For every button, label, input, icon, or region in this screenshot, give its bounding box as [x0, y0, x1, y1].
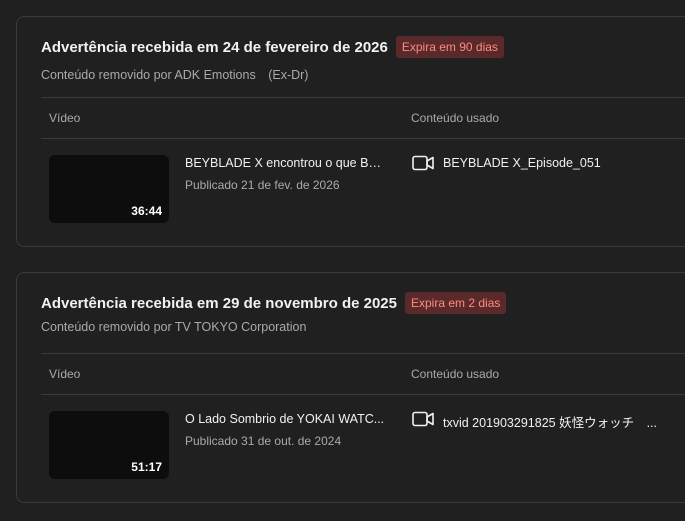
video-publish-date: Publicado 31 de out. de 2024: [185, 434, 342, 448]
divider: [41, 97, 685, 98]
video-thumbnail[interactable]: 36:44: [49, 155, 169, 223]
content-used-name: BEYBLADE X_Episode_051: [443, 156, 601, 170]
column-header-content: Conteúdo usado: [411, 367, 500, 381]
video-camera-icon: [412, 411, 434, 427]
divider: [41, 138, 685, 139]
warning-header: Advertência recebida em 29 de novembro d…: [41, 292, 507, 314]
divider: [41, 394, 685, 395]
warning-title: Advertência recebida em 24 de fevereiro …: [41, 38, 388, 56]
removed-by-text: Conteúdo removido por TV TOKYO Corporati…: [41, 320, 307, 334]
content-used-name: txvid 201903291825 妖怪ウォッチ ...: [443, 416, 657, 430]
video-publish-date: Publicado 21 de fev. de 2026: [185, 178, 340, 192]
expiry-badge: Expira em 90 dias: [395, 36, 504, 58]
video-camera-icon: [412, 155, 434, 171]
video-title-link[interactable]: BEYBLADE X encontrou o que Be...: [185, 156, 385, 170]
warning-card: Advertência recebida em 29 de novembro d…: [16, 272, 685, 503]
video-duration: 51:17: [131, 460, 162, 474]
divider: [41, 353, 685, 354]
column-header-content: Conteúdo usado: [411, 111, 500, 125]
video-duration: 36:44: [131, 204, 162, 218]
video-title-link[interactable]: O Lado Sombrio de YOKAI WATC...: [185, 412, 385, 426]
column-header-video: Vídeo: [49, 367, 81, 381]
warning-card: Advertência recebida em 24 de fevereiro …: [16, 16, 685, 247]
expiry-badge: Expira em 2 dias: [405, 292, 507, 314]
column-header-video: Vídeo: [49, 111, 81, 125]
removed-by-text: Conteúdo removido por ADK Emotions (Ex-D…: [41, 68, 309, 82]
warning-title: Advertência recebida em 29 de novembro d…: [41, 294, 397, 312]
video-thumbnail[interactable]: 51:17: [49, 411, 169, 479]
warning-header: Advertência recebida em 24 de fevereiro …: [41, 36, 504, 58]
